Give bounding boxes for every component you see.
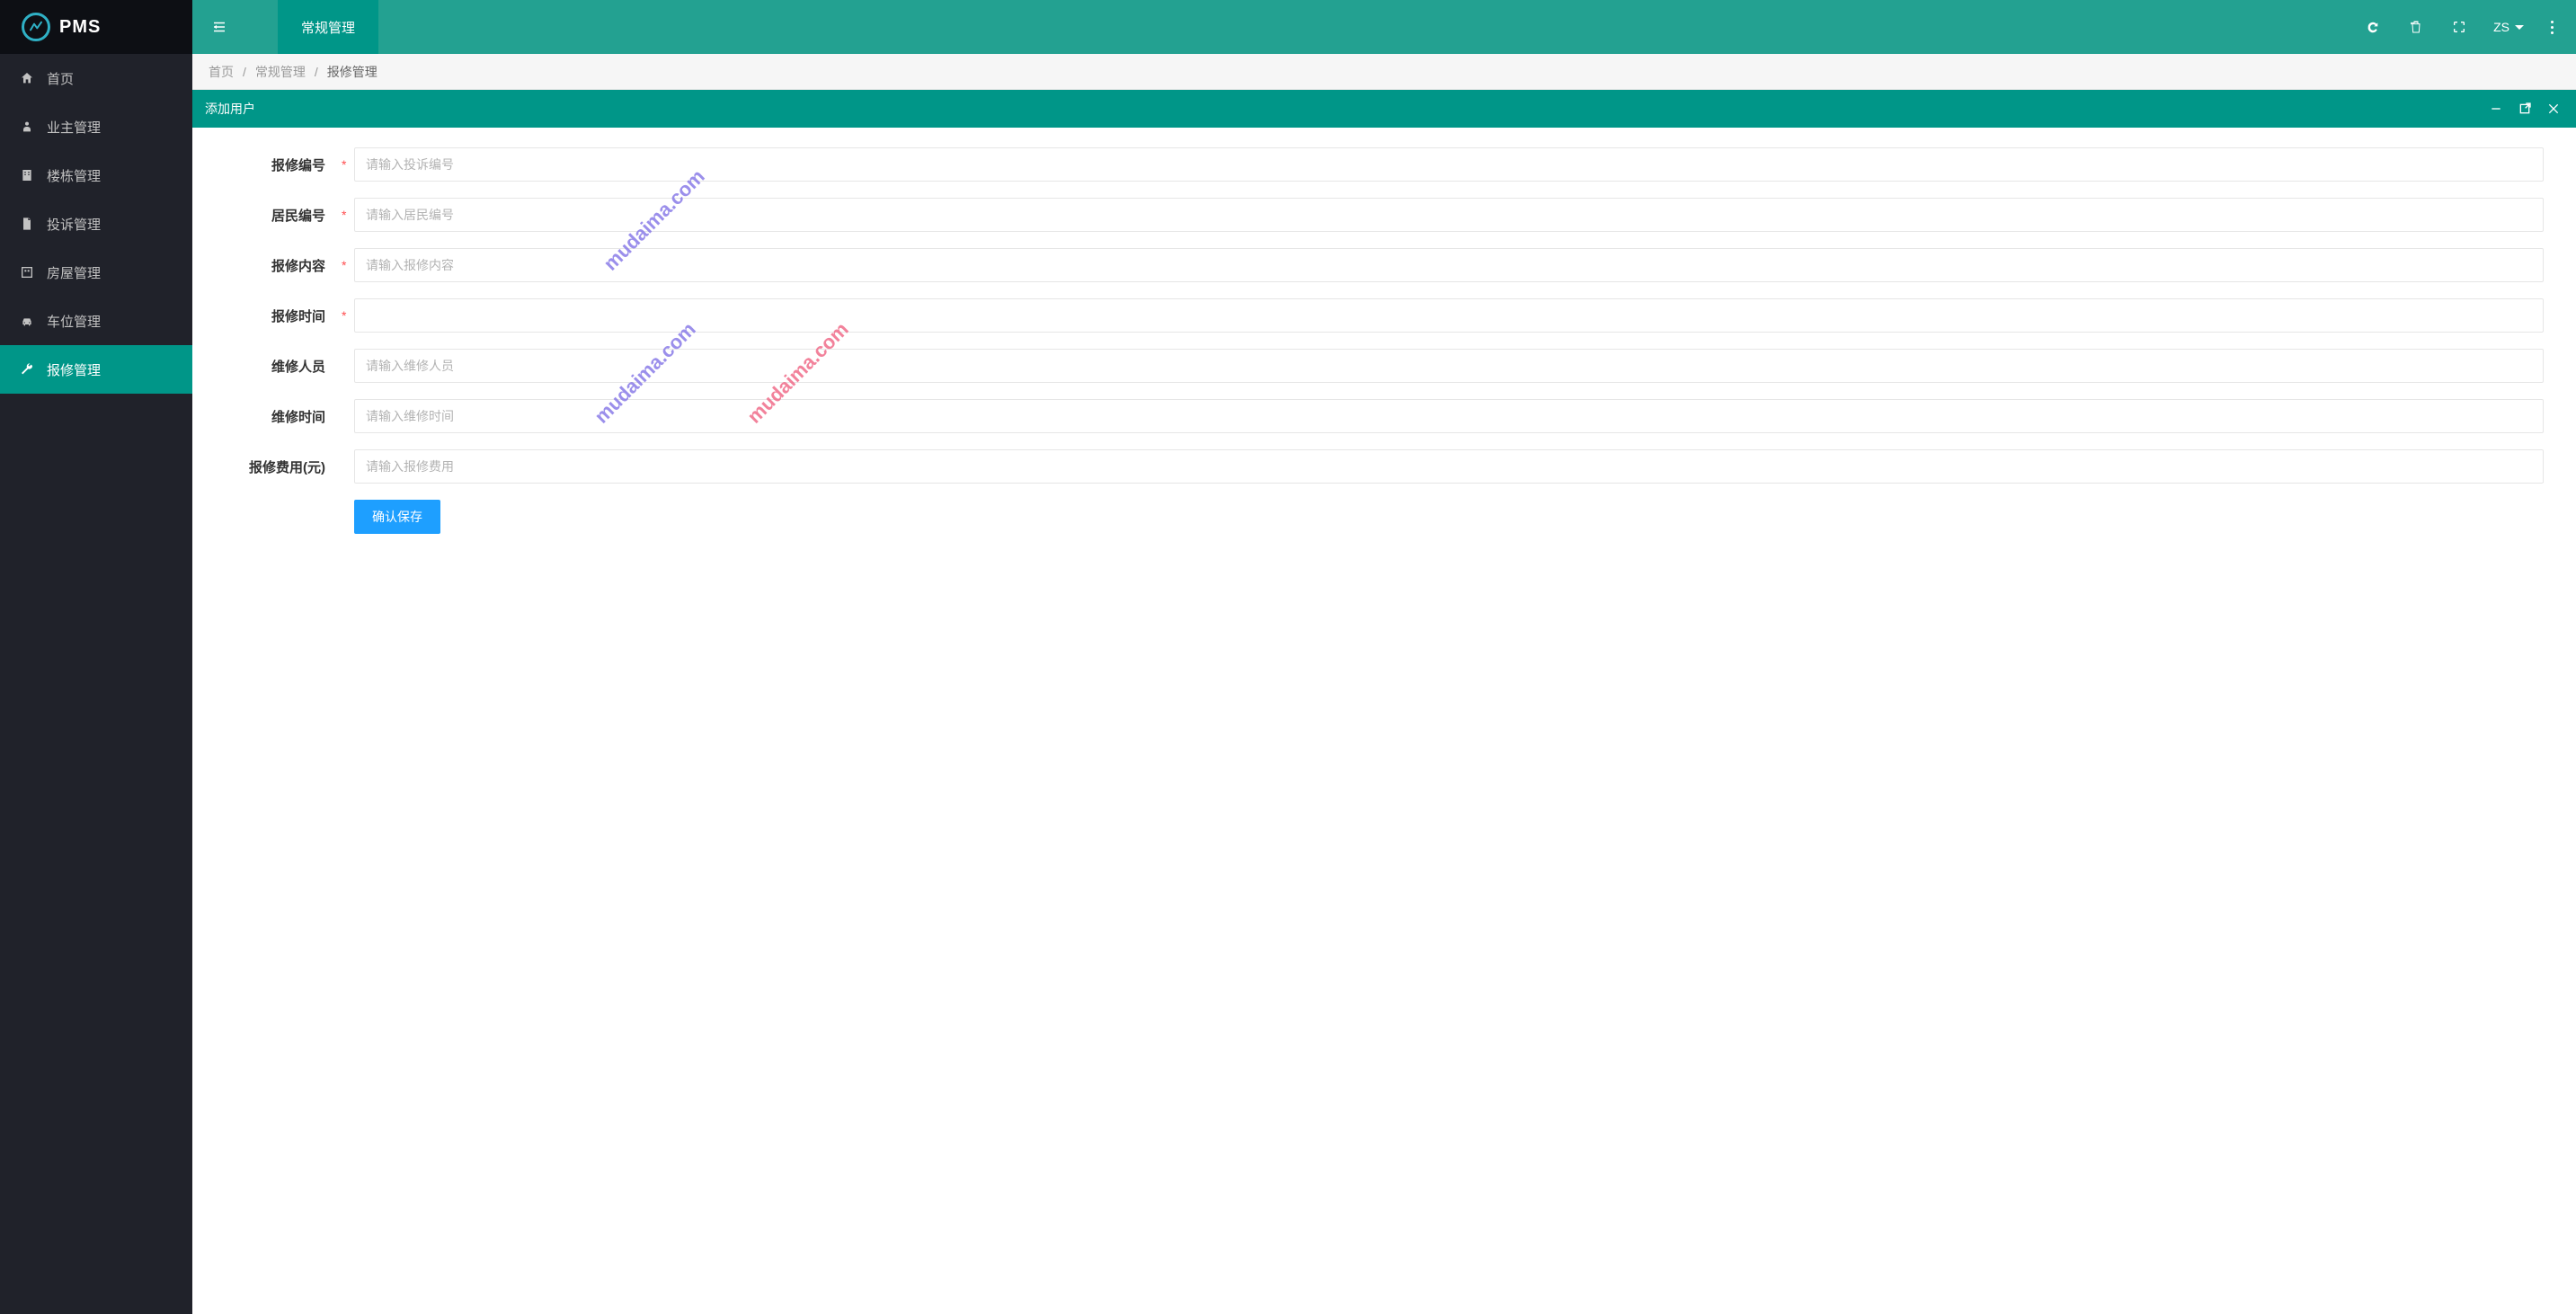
sidebar: PMS 首页 业主管理 楼栋管理 投诉管理 房屋管理 车位管理 报修管理 xyxy=(0,0,192,1314)
fullscreen-button[interactable] xyxy=(2439,9,2479,45)
user-name: ZS xyxy=(2493,20,2509,34)
breadcrumb-home[interactable]: 首页 xyxy=(209,63,234,81)
submit-button[interactable]: 确认保存 xyxy=(354,500,440,534)
logo-area: PMS xyxy=(0,0,192,54)
form: 报修编号 * 居民编号 * 报修内容 * 报修时间 * 维修人员 xyxy=(192,128,2576,554)
tab-general[interactable]: 常规管理 xyxy=(278,0,378,54)
sidebar-item-parking[interactable]: 车位管理 xyxy=(0,297,192,345)
maximize-button[interactable] xyxy=(2515,99,2535,119)
repair-no-input[interactable] xyxy=(354,147,2544,182)
required-mark: * xyxy=(342,157,354,172)
sidebar-item-room[interactable]: 房屋管理 xyxy=(0,248,192,297)
sidebar-item-owner[interactable]: 业主管理 xyxy=(0,102,192,151)
topbar: 常规管理 ZS xyxy=(192,0,2576,54)
home-icon xyxy=(20,71,34,85)
minimize-button[interactable] xyxy=(2486,99,2506,119)
repair-fee-input[interactable] xyxy=(354,449,2544,484)
label-repair-person: 维修人员 xyxy=(225,357,342,376)
breadcrumb-section[interactable]: 常规管理 xyxy=(255,63,306,81)
sidebar-item-label: 车位管理 xyxy=(47,312,101,331)
logo-icon xyxy=(22,13,50,41)
sidebar-item-label: 首页 xyxy=(47,69,74,88)
user-menu[interactable]: ZS xyxy=(2483,20,2535,34)
repair-time-input[interactable] xyxy=(354,298,2544,333)
sidebar-item-label: 业主管理 xyxy=(47,118,101,137)
required-mark: * xyxy=(342,308,354,323)
sidebar-item-home[interactable]: 首页 xyxy=(0,54,192,102)
delete-button[interactable] xyxy=(2396,9,2436,45)
required-mark: * xyxy=(342,258,354,272)
sidebar-item-label: 楼栋管理 xyxy=(47,166,101,185)
wrench-icon xyxy=(20,362,34,377)
more-button[interactable] xyxy=(2538,21,2565,34)
required-mark: * xyxy=(342,208,354,222)
sidebar-item-complaint[interactable]: 投诉管理 xyxy=(0,200,192,248)
sidebar-item-label: 房屋管理 xyxy=(47,263,101,282)
repair-content-input[interactable] xyxy=(354,248,2544,282)
sidebar-item-label: 投诉管理 xyxy=(47,215,101,234)
sidebar-item-repair[interactable]: 报修管理 xyxy=(0,345,192,394)
label-repair-time: 报修时间 xyxy=(225,306,342,325)
sidebar-item-building[interactable]: 楼栋管理 xyxy=(0,151,192,200)
label-repair-fee: 报修费用(元) xyxy=(225,457,342,476)
repair-person-input[interactable] xyxy=(354,349,2544,383)
brand-text: PMS xyxy=(59,17,101,38)
building-icon xyxy=(20,168,34,182)
label-repair-no: 报修编号 xyxy=(225,155,342,174)
file-icon xyxy=(20,217,34,231)
collapse-sidebar-button[interactable] xyxy=(192,0,246,54)
label-maintain-time: 维修时间 xyxy=(225,407,342,426)
label-resident-no: 居民编号 xyxy=(225,206,342,225)
sidebar-item-label: 报修管理 xyxy=(47,360,101,379)
room-icon xyxy=(20,265,34,280)
breadcrumb-current: 报修管理 xyxy=(327,63,378,81)
user-icon xyxy=(20,120,34,134)
resident-no-input[interactable] xyxy=(354,198,2544,232)
refresh-button[interactable] xyxy=(2353,9,2393,45)
breadcrumb: 首页 / 常规管理 / 报修管理 xyxy=(192,54,2576,90)
maintain-time-input[interactable] xyxy=(354,399,2544,433)
label-repair-content: 报修内容 xyxy=(225,256,342,275)
car-icon xyxy=(20,314,34,328)
panel-header: 添加用户 xyxy=(192,90,2576,128)
panel-title: 添加用户 xyxy=(205,100,255,118)
chevron-down-icon xyxy=(2515,25,2524,30)
close-button[interactable] xyxy=(2544,99,2563,119)
